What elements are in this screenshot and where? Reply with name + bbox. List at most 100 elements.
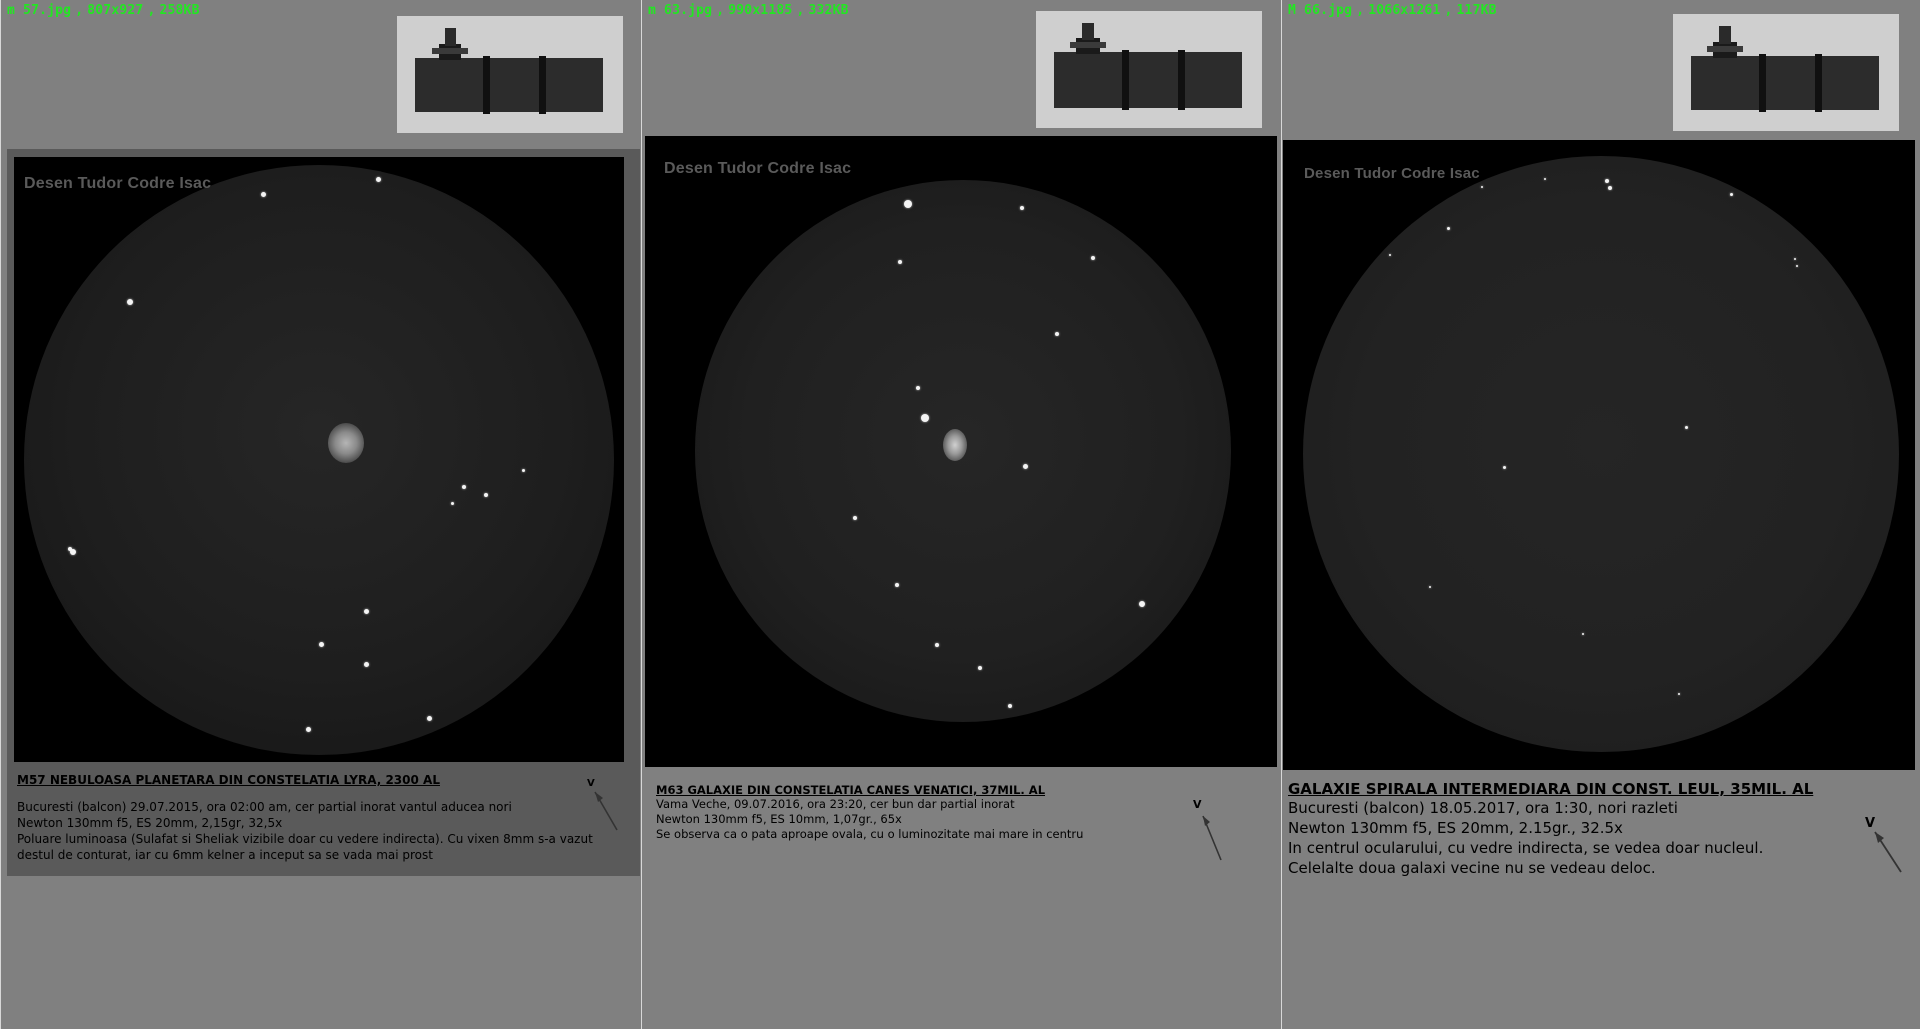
telescope-ring xyxy=(539,56,546,114)
star xyxy=(1796,265,1798,267)
star xyxy=(898,260,902,264)
star xyxy=(1139,601,1145,607)
caption-line: Se observa ca o pata aproape ovala, cu o… xyxy=(656,827,1084,841)
artist-watermark: Desen Tudor Codre Isac xyxy=(24,175,212,192)
star xyxy=(1023,464,1028,469)
telescope-tube xyxy=(1054,52,1242,108)
sketch-caption: GALAXIE SPIRALA INTERMEDIARA DIN CONST. … xyxy=(1288,780,1848,878)
m63-galaxy xyxy=(943,429,967,461)
sketch-area: Desen Tudor Codre Isac xyxy=(14,157,624,762)
file-dims: 807x927 xyxy=(87,3,144,18)
star xyxy=(1091,256,1095,260)
caption-title: M57 NEBULOASA PLANETARA DIN CONSTELATIA … xyxy=(17,773,440,787)
file-name: M 66.jpg xyxy=(1288,3,1353,18)
star xyxy=(522,469,525,472)
telescope-ring xyxy=(483,56,490,114)
caption-line: Newton 130mm f5, ES 10mm, 1,07gr., 65x xyxy=(656,812,902,826)
file-info: m 63.jpg, 990x1185, 332KB xyxy=(648,3,849,18)
star xyxy=(484,493,488,497)
telescope-tube xyxy=(415,58,603,112)
star xyxy=(306,727,311,732)
file-size: 258KB xyxy=(159,3,200,18)
file-name: m 57.jpg xyxy=(7,3,72,18)
v-mark: V xyxy=(1193,798,1202,811)
caption-line: Celelalte doua galaxi vecine nu se vedea… xyxy=(1288,859,1656,877)
file-dims: 990x1185 xyxy=(728,3,793,18)
star xyxy=(462,485,466,489)
star xyxy=(935,643,939,647)
star xyxy=(427,716,432,721)
direction-arrow-icon xyxy=(1874,831,1902,873)
caption-title: GALAXIE SPIRALA INTERMEDIARA DIN CONST. … xyxy=(1288,780,1814,798)
star xyxy=(921,414,929,422)
star xyxy=(1582,633,1584,635)
sketch-area: Desen Tudor Codre Isac xyxy=(1283,140,1915,770)
caption-title: M63 GALAXIE DIN CONSTELATIA CANES VENATI… xyxy=(656,783,1046,797)
telescope-eyepiece-holder xyxy=(1070,42,1106,48)
star xyxy=(978,666,982,670)
star xyxy=(451,502,454,505)
telescope-thumbnail xyxy=(397,16,623,133)
telescope-ring xyxy=(1759,54,1766,112)
star xyxy=(70,549,76,555)
star xyxy=(364,662,369,667)
star xyxy=(1678,693,1680,695)
file-size: 117KB xyxy=(1456,3,1497,18)
file-info: m 57.jpg, 807x927, 258KB xyxy=(7,3,200,18)
sketch-panel-m63: m 63.jpg, 990x1185, 332KB Desen Tudor Codr… xyxy=(641,0,1281,1029)
telescope-eyepiece-holder xyxy=(432,48,468,54)
star xyxy=(376,177,381,182)
file-dims: 1066x1261 xyxy=(1368,3,1441,18)
star xyxy=(1447,227,1450,230)
star xyxy=(1544,178,1546,180)
star xyxy=(1730,193,1733,196)
sketch-caption: M63 GALAXIE DIN CONSTELATIA CANES VENATI… xyxy=(656,783,1096,842)
star xyxy=(1503,466,1506,469)
star xyxy=(127,299,133,305)
telescope-thumbnail xyxy=(1036,11,1262,128)
caption-line: Newton 130mm f5, ES 20mm, 2.15gr., 32.5x xyxy=(1288,819,1623,837)
star xyxy=(261,192,266,197)
telescope-eyepiece xyxy=(1719,26,1731,44)
file-name: m 63.jpg xyxy=(648,3,713,18)
star xyxy=(1605,179,1609,183)
telescope-eyepiece xyxy=(1082,23,1094,40)
telescope-thumbnail xyxy=(1673,14,1899,131)
star xyxy=(895,583,899,587)
caption-line: In centrul ocularului, cu vedre indirect… xyxy=(1288,839,1764,857)
sketch-caption: M57 NEBULOASA PLANETARA DIN CONSTELATIA … xyxy=(17,773,627,863)
star xyxy=(1608,186,1612,190)
star xyxy=(1020,206,1024,210)
direction-arrow-icon xyxy=(1202,815,1222,861)
caption-line: Bucuresti (balcon) 18.05.2017, ora 1:30,… xyxy=(1288,799,1678,817)
sketch-area: Desen Tudor Codre Isac xyxy=(645,136,1277,767)
star xyxy=(1481,186,1483,188)
telescope-ring xyxy=(1815,54,1822,112)
telescope-ring xyxy=(1178,50,1185,110)
star xyxy=(1008,704,1012,708)
star xyxy=(904,200,912,208)
telescope-eyepiece xyxy=(445,28,456,46)
caption-line: Vama Veche, 09.07.2016, ora 23:20, cer b… xyxy=(656,797,1015,811)
star xyxy=(1794,258,1796,260)
star xyxy=(853,516,857,520)
artist-watermark: Desen Tudor Codre Isac xyxy=(1304,165,1480,182)
eyepiece-field xyxy=(1303,156,1899,752)
caption-line: Newton 130mm f5, ES 20mm, 2,15gr, 32,5x xyxy=(17,816,283,830)
telescope-ring xyxy=(1122,50,1129,110)
star xyxy=(916,386,920,390)
star xyxy=(1055,332,1059,336)
caption-line: Bucuresti (balcon) 29.07.2015, ora 02:00… xyxy=(17,800,512,814)
file-info: M 66.jpg, 1066x1261, 117KB xyxy=(1288,3,1497,18)
artist-watermark: Desen Tudor Codre Isac xyxy=(664,160,852,177)
star xyxy=(1389,254,1391,256)
star xyxy=(319,642,324,647)
direction-arrow-icon xyxy=(594,791,618,831)
sketch-panel-m57: m 57.jpg, 807x927, 258KB Desen Tudor Codre… xyxy=(0,0,641,1029)
caption-line: Poluare luminoasa (Sulafat si Sheliak vi… xyxy=(17,832,593,862)
telescope-eyepiece-holder xyxy=(1707,46,1743,52)
file-size: 332KB xyxy=(808,3,849,18)
telescope-tube xyxy=(1691,56,1879,110)
star xyxy=(1429,586,1431,588)
m57-nebula xyxy=(328,423,364,463)
